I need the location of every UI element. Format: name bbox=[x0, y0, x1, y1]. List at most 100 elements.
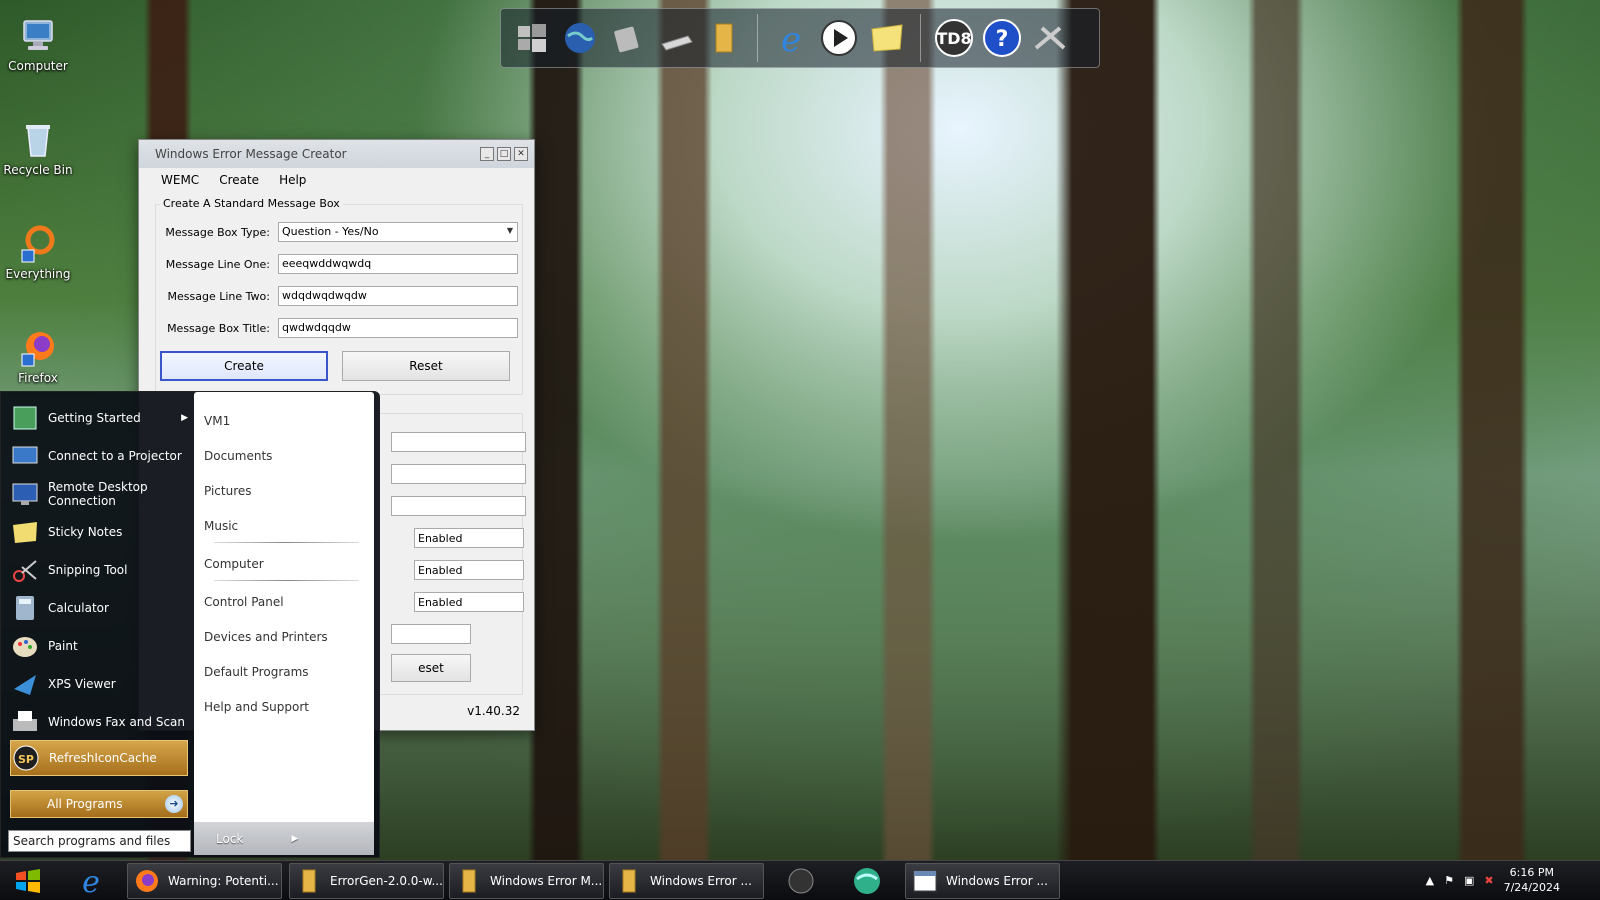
projector-icon bbox=[12, 446, 38, 464]
place-music[interactable]: Music bbox=[204, 519, 238, 533]
lock-button[interactable]: Lock ▶ bbox=[194, 822, 374, 855]
dock-tools[interactable] bbox=[1029, 17, 1071, 59]
line1-label: Message Line One: bbox=[165, 257, 270, 271]
minimize-button[interactable]: _ bbox=[480, 147, 494, 161]
program-fax-scan[interactable]: Windows Fax and Scan bbox=[10, 704, 188, 740]
play-icon bbox=[821, 20, 857, 56]
advanced-input-3[interactable] bbox=[391, 496, 526, 516]
create-button[interactable]: Create bbox=[160, 351, 328, 381]
title-label: Message Box Title: bbox=[167, 321, 270, 335]
clock-time: 6:16 PM bbox=[1509, 866, 1554, 879]
place-documents[interactable]: Documents bbox=[204, 449, 272, 463]
reset-button[interactable]: Reset bbox=[342, 351, 510, 381]
advanced-reset-button[interactable]: eset bbox=[391, 654, 471, 682]
remote-desktop-icon bbox=[12, 483, 38, 505]
all-programs-button[interactable]: All Programs ➜ bbox=[10, 790, 188, 818]
task-windows-error-folder-1[interactable]: Windows Error M... bbox=[449, 863, 604, 899]
volume-muted-icon[interactable]: ✖ bbox=[1484, 874, 1493, 887]
place-help-support[interactable]: Help and Support bbox=[204, 700, 309, 714]
all-programs-label: All Programs bbox=[47, 797, 123, 811]
program-xps-viewer[interactable]: XPS Viewer bbox=[10, 666, 188, 702]
dock-help[interactable]: ? bbox=[981, 17, 1023, 59]
internet-explorer-icon: e bbox=[82, 865, 100, 897]
place-pictures[interactable]: Pictures bbox=[204, 484, 252, 498]
action-center-flag-icon[interactable]: ⚑ bbox=[1444, 874, 1454, 887]
dock-drive[interactable] bbox=[655, 17, 697, 59]
network-icon[interactable]: ▣ bbox=[1464, 874, 1474, 887]
windows-logo-icon bbox=[16, 869, 40, 893]
recycle-bin-icon bbox=[26, 125, 50, 157]
advanced-input-1[interactable] bbox=[391, 432, 526, 452]
desktop-icon-everything[interactable]: Everything bbox=[0, 224, 76, 281]
dock-network[interactable] bbox=[559, 17, 601, 59]
dock-windows-logo[interactable] bbox=[511, 17, 553, 59]
task-windows-error-folder-2[interactable]: Windows Error ... bbox=[609, 863, 764, 899]
program-sticky-notes[interactable]: Sticky Notes bbox=[10, 514, 188, 550]
message-line-two-input[interactable]: wdqdwqdwqdw bbox=[278, 286, 518, 306]
chevron-right-icon[interactable]: ▶ bbox=[291, 834, 298, 844]
place-user-vm1[interactable]: VM1 bbox=[204, 414, 230, 428]
task-firefox-warning[interactable]: Warning: Potenti... bbox=[127, 863, 282, 899]
menu-wemc[interactable]: WEMC bbox=[161, 173, 199, 187]
desktop-icon-label: Everything bbox=[5, 267, 71, 281]
program-remote-desktop[interactable]: Remote Desktop Connection bbox=[10, 476, 188, 512]
menu-help[interactable]: Help bbox=[279, 173, 306, 187]
dock-media-player[interactable] bbox=[818, 17, 860, 59]
fax-scanner-icon bbox=[13, 711, 37, 731]
message-line-one-input[interactable]: eeeqwddwqwdq bbox=[278, 254, 518, 274]
advanced-input-2[interactable] bbox=[391, 464, 526, 484]
program-refresh-icon-cache[interactable]: SP RefreshIconCache bbox=[10, 740, 188, 776]
start-menu-programs: Getting Started ▶ Connect to a Projector… bbox=[4, 396, 190, 856]
start-search-input[interactable]: Search programs and files bbox=[8, 830, 191, 852]
desktop-icon-computer[interactable]: Computer bbox=[0, 16, 76, 73]
folder-icon bbox=[302, 869, 316, 893]
calculator-icon bbox=[16, 596, 34, 620]
note-icon bbox=[871, 24, 903, 52]
clock[interactable]: 6:16 PM 7/24/2024 bbox=[1504, 865, 1560, 895]
message-box-title-input[interactable]: qwdwdqqdw bbox=[278, 318, 518, 338]
task-errorgen-folder[interactable]: ErrorGen-2.0.0-w... bbox=[289, 863, 444, 899]
place-devices-printers[interactable]: Devices and Printers bbox=[204, 630, 328, 644]
tray-expand-icon[interactable]: ▲ bbox=[1426, 874, 1434, 887]
taskbar-pin-media[interactable] bbox=[778, 863, 824, 899]
tools-icon bbox=[1034, 26, 1066, 50]
dock-internet-explorer[interactable]: e bbox=[770, 17, 812, 59]
window-titlebar[interactable]: Windows Error Message Creator _ □ ✕ bbox=[139, 140, 534, 168]
program-calculator[interactable]: Calculator bbox=[10, 590, 188, 626]
dock-disc[interactable] bbox=[607, 17, 649, 59]
desktop-icon-recycle-bin[interactable]: Recycle Bin bbox=[0, 120, 76, 177]
program-getting-started[interactable]: Getting Started ▶ bbox=[10, 400, 188, 436]
program-paint[interactable]: Paint bbox=[10, 628, 188, 664]
taskbar-pin-ie[interactable]: e bbox=[68, 863, 114, 899]
program-snipping-tool[interactable]: Snipping Tool bbox=[10, 552, 188, 588]
place-computer[interactable]: Computer bbox=[204, 557, 264, 571]
dock-sticky-notes[interactable] bbox=[866, 17, 908, 59]
start-button[interactable] bbox=[6, 863, 50, 899]
dock-folder[interactable] bbox=[703, 17, 745, 59]
desktop-icon-label: Computer bbox=[8, 59, 68, 73]
program-label: Connect to a Projector bbox=[48, 449, 182, 463]
place-control-panel[interactable]: Control Panel bbox=[204, 595, 284, 609]
task-windows-error-app[interactable]: Windows Error ... bbox=[905, 863, 1060, 899]
enabled-select-1[interactable]: Enabled bbox=[414, 528, 524, 548]
enabled-select-3[interactable]: Enabled bbox=[414, 592, 524, 612]
enabled-select-2[interactable]: Enabled bbox=[414, 560, 524, 580]
dock-td8[interactable]: TD8 bbox=[933, 17, 975, 59]
advanced-select[interactable] bbox=[391, 624, 471, 644]
app-window-icon bbox=[913, 870, 937, 892]
taskbar-pin-app[interactable] bbox=[844, 863, 890, 899]
program-label: Sticky Notes bbox=[48, 525, 123, 539]
maximize-button[interactable]: □ bbox=[497, 147, 511, 161]
message-box-type-select[interactable]: Question - Yes/No bbox=[278, 222, 518, 242]
menu-create[interactable]: Create bbox=[219, 173, 259, 187]
type-row: Message Box Type: Question - Yes/No bbox=[156, 221, 524, 243]
program-connect-projector[interactable]: Connect to a Projector bbox=[10, 438, 188, 474]
close-button[interactable]: ✕ bbox=[514, 147, 528, 161]
window-title: Windows Error Message Creator bbox=[155, 147, 347, 161]
type-label: Message Box Type: bbox=[165, 225, 270, 239]
chevron-right-icon: ▶ bbox=[181, 413, 188, 423]
place-default-programs[interactable]: Default Programs bbox=[204, 665, 309, 679]
desktop-icon-firefox[interactable]: Firefox bbox=[0, 328, 76, 385]
program-label: Remote Desktop Connection bbox=[48, 480, 148, 508]
task-label: Windows Error ... bbox=[650, 874, 752, 888]
